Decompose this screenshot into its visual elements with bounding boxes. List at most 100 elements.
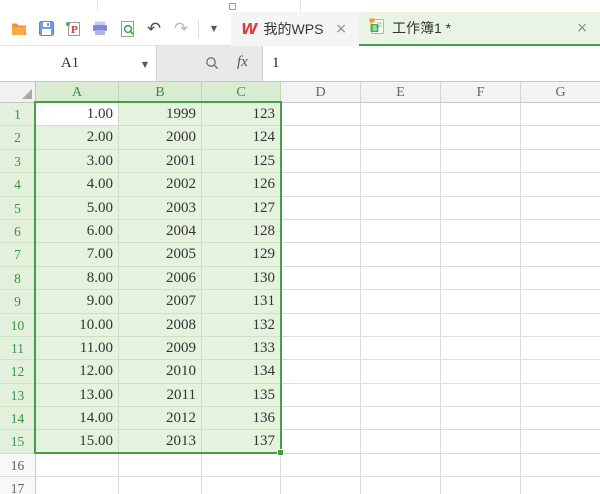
cell-A12[interactable]: 12.00 [36, 360, 119, 383]
cell-E5[interactable] [361, 197, 441, 220]
cell-F13[interactable] [441, 384, 521, 407]
row-header-14[interactable]: 14 [0, 407, 36, 430]
cell-F15[interactable] [441, 430, 521, 453]
cell-C5[interactable]: 127 [202, 197, 281, 220]
tab-my-wps[interactable]: W 我的WPS × [231, 12, 359, 46]
cell-D14[interactable] [281, 407, 361, 430]
cell-A16[interactable] [36, 454, 119, 477]
cell-E6[interactable] [361, 220, 441, 243]
cell-B7[interactable]: 2005 [119, 243, 202, 266]
cell-D12[interactable] [281, 360, 361, 383]
cell-E4[interactable] [361, 173, 441, 196]
cell-B12[interactable]: 2010 [119, 360, 202, 383]
select-all-corner[interactable] [0, 82, 36, 103]
cell-B5[interactable]: 2003 [119, 197, 202, 220]
cell-A7[interactable]: 7.00 [36, 243, 119, 266]
cell-E17[interactable] [361, 477, 441, 494]
cell-D8[interactable] [281, 267, 361, 290]
cell-E14[interactable] [361, 407, 441, 430]
cell-E9[interactable] [361, 290, 441, 313]
cell-F7[interactable] [441, 243, 521, 266]
cell-B14[interactable]: 2012 [119, 407, 202, 430]
cell-A1[interactable]: 1.00 [36, 103, 119, 126]
cell-G1[interactable] [521, 103, 600, 126]
name-box-caret-icon[interactable]: ▼ [142, 60, 148, 69]
cell-C10[interactable]: 132 [202, 314, 281, 337]
column-header-E[interactable]: E [361, 82, 441, 103]
cell-F5[interactable] [441, 197, 521, 220]
cell-A4[interactable]: 4.00 [36, 173, 119, 196]
fill-handle[interactable] [277, 449, 284, 456]
cell-B8[interactable]: 2006 [119, 267, 202, 290]
cell-G12[interactable] [521, 360, 600, 383]
cell-D3[interactable] [281, 150, 361, 173]
cell-C13[interactable]: 135 [202, 384, 281, 407]
cell-B6[interactable]: 2004 [119, 220, 202, 243]
column-header-C[interactable]: C [202, 82, 281, 103]
cell-A17[interactable] [36, 477, 119, 494]
cell-C11[interactable]: 133 [202, 337, 281, 360]
cell-C16[interactable] [202, 454, 281, 477]
cell-D7[interactable] [281, 243, 361, 266]
name-box[interactable]: A1 ▼ [0, 46, 157, 81]
undo-icon[interactable]: ↶ [146, 21, 162, 37]
cell-D4[interactable] [281, 173, 361, 196]
cell-G11[interactable] [521, 337, 600, 360]
cell-E10[interactable] [361, 314, 441, 337]
save-icon[interactable] [38, 21, 54, 37]
cell-G7[interactable] [521, 243, 600, 266]
cell-E7[interactable] [361, 243, 441, 266]
open-folder-icon[interactable] [11, 21, 27, 37]
cell-F16[interactable] [441, 454, 521, 477]
cell-C17[interactable] [202, 477, 281, 494]
cell-D15[interactable] [281, 430, 361, 453]
cell-A14[interactable]: 14.00 [36, 407, 119, 430]
cell-D6[interactable] [281, 220, 361, 243]
row-header-12[interactable]: 12 [0, 360, 36, 383]
cell-F3[interactable] [441, 150, 521, 173]
cell-A13[interactable]: 13.00 [36, 384, 119, 407]
column-header-F[interactable]: F [441, 82, 521, 103]
cell-C2[interactable]: 124 [202, 126, 281, 149]
cell-G6[interactable] [521, 220, 600, 243]
cell-F11[interactable] [441, 337, 521, 360]
cell-G15[interactable] [521, 430, 600, 453]
cell-B1[interactable]: 1999 [119, 103, 202, 126]
cell-G16[interactable] [521, 454, 600, 477]
cell-B4[interactable]: 2002 [119, 173, 202, 196]
cell-F17[interactable] [441, 477, 521, 494]
cell-C1[interactable]: 123 [202, 103, 281, 126]
cell-B15[interactable]: 2013 [119, 430, 202, 453]
close-icon[interactable]: × [333, 21, 349, 37]
cell-D10[interactable] [281, 314, 361, 337]
row-header-17[interactable]: 17 [0, 477, 36, 494]
cell-F9[interactable] [441, 290, 521, 313]
cell-E16[interactable] [361, 454, 441, 477]
restore-window-icon[interactable] [229, 3, 236, 10]
cell-F1[interactable] [441, 103, 521, 126]
row-header-10[interactable]: 10 [0, 314, 36, 337]
cell-G4[interactable] [521, 173, 600, 196]
cell-E11[interactable] [361, 337, 441, 360]
cell-D17[interactable] [281, 477, 361, 494]
print-preview-icon[interactable] [119, 21, 135, 37]
cell-E1[interactable] [361, 103, 441, 126]
cell-B3[interactable]: 2001 [119, 150, 202, 173]
cell-C15[interactable]: 137 [202, 430, 281, 453]
cell-D5[interactable] [281, 197, 361, 220]
cell-F4[interactable] [441, 173, 521, 196]
cell-G8[interactable] [521, 267, 600, 290]
export-pdf-icon[interactable]: P [65, 21, 81, 37]
cell-G17[interactable] [521, 477, 600, 494]
insert-function-fx-button[interactable]: fx [237, 54, 248, 71]
cell-E15[interactable] [361, 430, 441, 453]
cell-G14[interactable] [521, 407, 600, 430]
row-header-9[interactable]: 9 [0, 290, 36, 313]
cell-F10[interactable] [441, 314, 521, 337]
row-header-4[interactable]: 4 [0, 173, 36, 196]
cell-C9[interactable]: 131 [202, 290, 281, 313]
cell-B10[interactable]: 2008 [119, 314, 202, 337]
cell-C8[interactable]: 130 [202, 267, 281, 290]
cell-F14[interactable] [441, 407, 521, 430]
row-header-1[interactable]: 1 [0, 103, 36, 126]
